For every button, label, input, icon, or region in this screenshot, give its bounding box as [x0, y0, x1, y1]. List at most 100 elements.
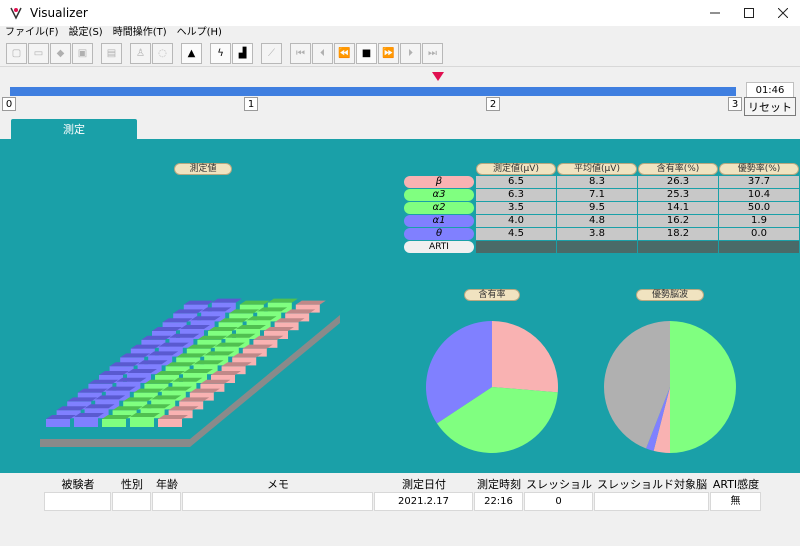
title-bar: Visualizer — [0, 0, 800, 26]
header-measured: 測定値(μV) — [476, 163, 556, 175]
step-back-icon[interactable]: ⏴ — [312, 43, 333, 64]
info-header-threshold: スレッショルド — [526, 478, 592, 506]
app-icon — [8, 5, 24, 21]
time-field: 22:16 — [474, 492, 523, 511]
table-cell — [557, 241, 637, 253]
bar-block-top — [239, 300, 270, 305]
measure-label: 測定値 — [174, 163, 232, 175]
age-field[interactable] — [152, 492, 181, 511]
info-value-row: 2021.2.17 22:16 0 無 — [44, 492, 762, 511]
menu-settings[interactable]: 設定(S) — [64, 26, 108, 40]
sex-field[interactable] — [112, 492, 151, 511]
info-header-memo: メモ — [267, 478, 289, 491]
timeline-tick-2[interactable]: 2 — [486, 97, 500, 111]
bar-block-top — [88, 379, 119, 384]
bar-block — [130, 417, 154, 427]
table-cell: 6.5 — [476, 176, 556, 188]
wave-label: θ — [404, 228, 474, 240]
table-cell: 7.1 — [557, 189, 637, 201]
timeline-tick-3[interactable]: 3 — [728, 97, 742, 111]
menu-bar: ファイル(F) 設定(S) 時間操作(T) ヘルプ(H) — [0, 26, 800, 40]
table-cell — [638, 241, 718, 253]
table-cell: 10.4 — [719, 189, 799, 201]
wave-label: β — [404, 176, 474, 188]
bar-block-top — [162, 318, 193, 323]
table-cell: 0.0 — [719, 228, 799, 240]
pie-slice — [492, 321, 558, 393]
info-header-age: 年齢 — [156, 478, 178, 491]
info-header-subject: 被験者 — [61, 478, 95, 491]
table-cell: 6.3 — [476, 189, 556, 201]
wave-table: 測定値(μV) 平均値(μV) 含有率(%) 優勢率(%) β 6.5 8.3 26.… — [404, 163, 800, 254]
dominant-wave-pie — [604, 321, 736, 453]
info-header-sex: 性別 — [121, 478, 143, 491]
table-cell: 16.2 — [638, 215, 718, 227]
memo-field[interactable] — [182, 492, 373, 511]
threshold-field[interactable]: 0 — [524, 492, 593, 511]
arti-field[interactable]: 無 — [710, 492, 761, 511]
menu-time[interactable]: 時間操作(T) — [108, 26, 172, 40]
user-icon[interactable]: ♙ — [130, 43, 151, 64]
print-icon[interactable]: ▤ — [101, 43, 122, 64]
save-icon[interactable]: ▣ — [72, 43, 93, 64]
stop-icon[interactable]: ■ — [356, 43, 377, 64]
step-forward-icon[interactable]: ⏵ — [400, 43, 421, 64]
maximize-button[interactable] — [732, 0, 766, 26]
bar-block-top — [183, 300, 214, 305]
toolbar: ▢ ▭ ◆ ▣ ▤ ♙ ◌ ▲ ϟ ▟ ⟋ ⏮ ⏴ ⏪ ■ ⏩ ⏵ ⏭ — [0, 41, 800, 67]
bar-block-top — [152, 327, 182, 331]
wave-label: ARTI — [404, 241, 474, 253]
table-row: α2 3.5 9.5 14.1 50.0 — [404, 202, 800, 215]
probe-icon[interactable]: ⟋ — [261, 43, 282, 64]
table-cell: 8.3 — [557, 176, 637, 188]
bar-block-top — [77, 388, 108, 393]
open-icon[interactable]: ▭ — [28, 43, 49, 64]
bar-block-top — [109, 362, 140, 367]
header-content: 含有率(%) — [638, 163, 718, 175]
minimize-button[interactable] — [698, 0, 732, 26]
chart-icon[interactable]: ◌ — [152, 43, 173, 64]
bar-block-top — [267, 298, 298, 303]
bar-block-top — [141, 335, 172, 340]
header-average: 平均値(μV) — [557, 163, 637, 175]
first-icon[interactable]: ⏮ — [290, 43, 311, 64]
table-cell: 50.0 — [719, 202, 799, 214]
content-ratio-pie — [426, 321, 558, 453]
table-cell: 14.1 — [638, 202, 718, 214]
last-icon[interactable]: ⏭ — [422, 43, 443, 64]
rewind-icon[interactable]: ⏪ — [334, 43, 355, 64]
record-icon[interactable]: ◆ — [50, 43, 71, 64]
subject-info: 被験者 性別 年齢 メモ 測定日付 測定時刻 スレッショルド スレッショルド対象… — [44, 477, 762, 511]
info-header-time: 測定時刻 — [477, 478, 521, 491]
timeline-tick-0[interactable]: 0 — [2, 97, 16, 111]
table-row: α3 6.3 7.1 25.3 10.4 — [404, 189, 800, 202]
bar-chart-3d — [40, 298, 340, 447]
lightning-icon[interactable]: ϟ — [210, 43, 231, 64]
bell-icon[interactable]: ▲ — [181, 43, 202, 64]
bar-block-top — [120, 353, 151, 358]
window-controls — [698, 0, 800, 26]
dominant-wave-title: 優勢脳波 — [636, 289, 704, 301]
window-title: Visualizer — [30, 6, 88, 20]
reset-button[interactable]: リセット — [744, 97, 796, 116]
menu-help[interactable]: ヘルプ(H) — [172, 26, 227, 40]
table-cell: 18.2 — [638, 228, 718, 240]
menu-file[interactable]: ファイル(F) — [0, 26, 64, 40]
new-icon[interactable]: ▢ — [6, 43, 27, 64]
threshold-wave-field[interactable] — [594, 492, 709, 511]
tab-measure[interactable]: 測定 — [11, 119, 137, 139]
wave-icon[interactable]: ▟ — [232, 43, 253, 64]
bar-block-top — [130, 344, 161, 349]
table-row: α1 4.0 4.8 16.2 1.9 — [404, 215, 800, 228]
table-row: β 6.5 8.3 26.3 37.7 — [404, 176, 800, 189]
timeline-tick-1[interactable]: 1 — [244, 97, 258, 111]
table-cell: 26.3 — [638, 176, 718, 188]
playhead-marker-icon[interactable] — [432, 72, 444, 81]
bar-block-top — [56, 406, 87, 411]
close-button[interactable] — [766, 0, 800, 26]
subject-field[interactable] — [44, 492, 111, 511]
table-cell: 1.9 — [719, 215, 799, 227]
timeline-bar[interactable] — [10, 87, 736, 96]
forward-icon[interactable]: ⏩ — [378, 43, 399, 64]
bar-block-top — [295, 300, 326, 305]
